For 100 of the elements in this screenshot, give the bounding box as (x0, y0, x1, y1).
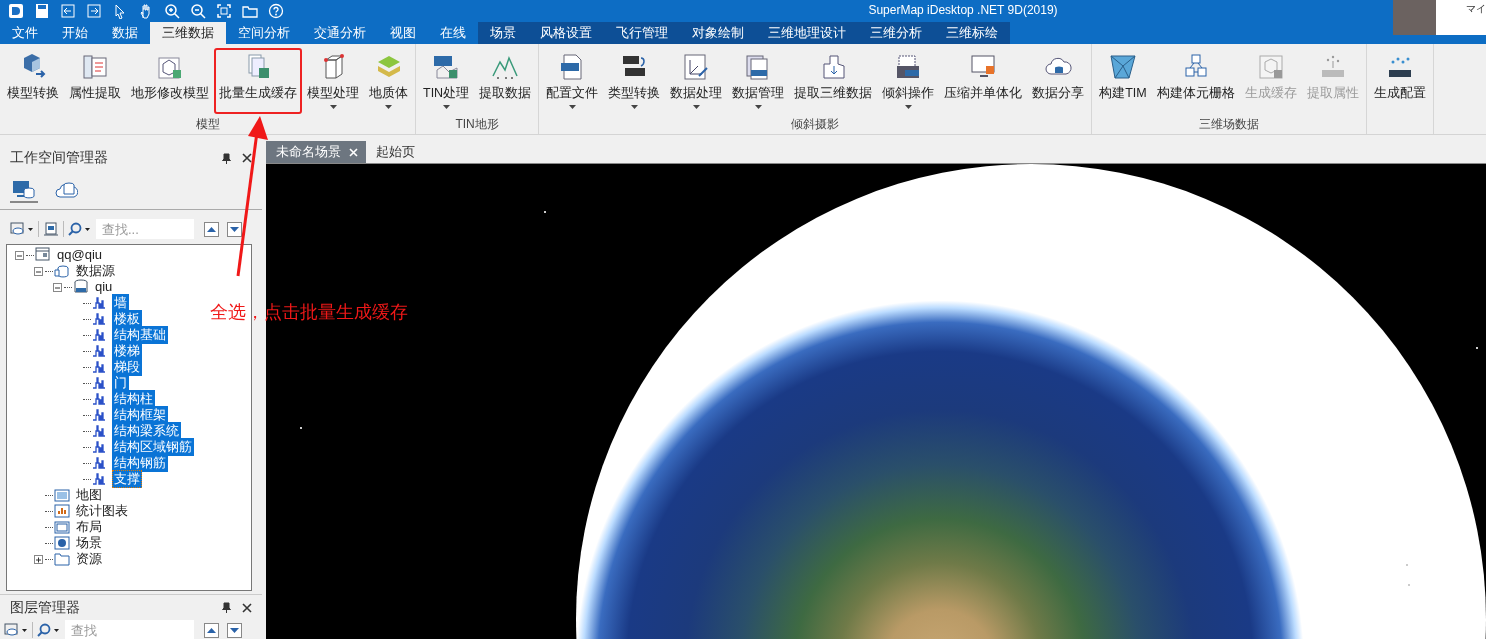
pin-icon[interactable] (221, 602, 232, 613)
ribbon-tab[interactable]: 飞行管理 (604, 22, 680, 44)
workspace-icon (35, 247, 51, 263)
user-label: マイ (1466, 3, 1486, 14)
ribbon-button[interactable]: 构建体元栅格 (1151, 48, 1240, 114)
dropdown-arrow-icon (329, 105, 337, 109)
ribbon-button[interactable]: 模型处理 (302, 48, 364, 114)
collapse-icon[interactable] (15, 250, 24, 260)
tree-item[interactable]: 场景 (74, 534, 104, 552)
close-icon[interactable] (242, 602, 252, 613)
tree-item[interactable]: 统计图表 (74, 502, 130, 520)
ribbon-button[interactable]: 数据管理 (727, 48, 790, 114)
ribbon-button[interactable]: 数据处理 (665, 48, 728, 114)
tree-item[interactable]: 结构钢筋 (112, 454, 168, 472)
window-title: SuperMap iDesktop .NET 9D(2019) (868, 3, 1058, 17)
pin-icon[interactable] (221, 152, 232, 164)
group-label: 模型 (195, 116, 220, 132)
ribbon-tab[interactable]: 三维标绘 (934, 22, 1010, 44)
collapse-icon[interactable] (34, 266, 43, 276)
group-label: 三维场数据 (1198, 116, 1259, 132)
back-icon[interactable] (60, 3, 76, 19)
ribbon-tab[interactable]: 场景 (478, 22, 528, 44)
tree-item[interactable]: 梯段 (112, 358, 142, 376)
ribbon-button[interactable]: TIN处理 (418, 48, 475, 114)
ribbon-button[interactable]: 地质体 (364, 48, 413, 114)
scroll-up-icon[interactable] (204, 221, 219, 237)
expand-icon[interactable] (34, 554, 43, 564)
tree-item[interactable]: 数据源 (74, 262, 117, 280)
dataset-model-icon (92, 343, 108, 359)
scroll-down-icon[interactable] (227, 622, 242, 638)
document-tab[interactable]: 起始页 (366, 141, 423, 163)
collapse-icon[interactable] (53, 282, 62, 292)
ribbon-tab[interactable]: 风格设置 (528, 22, 604, 44)
dropdown-arrow-icon (385, 105, 392, 109)
view-options-icon[interactable] (4, 623, 28, 637)
ribbon-button[interactable]: 数据分享 (1027, 48, 1090, 114)
scroll-up-icon[interactable] (204, 622, 219, 638)
dataset-model-icon (92, 359, 108, 375)
database-icon (73, 279, 89, 295)
ribbon-button[interactable]: 构建TIM (1094, 48, 1152, 114)
ribbon-tab[interactable]: 对象绘制 (680, 22, 756, 44)
database-group-icon (54, 263, 70, 279)
search-field[interactable]: 查找... (96, 219, 194, 239)
help-icon[interactable] (268, 3, 284, 19)
ribbon-button[interactable]: 倾斜操作 (877, 48, 940, 114)
app-logo-icon (8, 3, 24, 19)
forward-icon[interactable] (86, 3, 102, 19)
layout-icon (54, 519, 70, 535)
close-icon[interactable] (242, 153, 252, 163)
ribbon-button[interactable]: 配置文件 (541, 48, 604, 114)
cloud-database-tab-icon (54, 179, 78, 199)
dropdown-arrow-icon (754, 105, 762, 109)
photo-placeholder (1393, 0, 1436, 35)
folder-icon (54, 551, 70, 567)
ribbon-button[interactable]: 模型转换 (2, 48, 64, 114)
attribute-table-icon (80, 52, 110, 82)
tree-item[interactable]: qq@qiu (55, 246, 104, 264)
search-field[interactable]: 查找 (65, 620, 194, 639)
dataset-model-icon (92, 311, 108, 327)
ribbon-tab[interactable]: 三维数据 (150, 22, 226, 44)
dropdown-arrow-icon (630, 105, 638, 109)
tree-item[interactable]: 布局 (74, 518, 104, 536)
zoom-out-icon[interactable] (190, 3, 206, 19)
document-tab[interactable]: 未命名场景 (266, 141, 366, 163)
scroll-down-icon[interactable] (227, 221, 242, 237)
globe-icon (54, 535, 70, 551)
ribbon-button[interactable]: 类型转换 (603, 48, 666, 114)
dropdown-arrow-icon (904, 105, 912, 109)
ribbon-button[interactable]: 压缩并单体化 (939, 48, 1028, 114)
ribbon-tab[interactable]: 三维分析 (858, 22, 934, 44)
ribbon-button[interactable]: 地形修改模型 (126, 48, 214, 114)
tree-item[interactable]: 结构基础 (112, 326, 168, 344)
prism-icon (1107, 52, 1138, 82)
dataset-model-icon (92, 295, 108, 311)
tree-item[interactable]: 结构区域钢筋 (112, 438, 194, 456)
view-options-icon[interactable] (10, 222, 34, 236)
search-icon[interactable] (68, 222, 92, 236)
ribbon-button[interactable]: 生成配置 (1368, 48, 1431, 114)
group-label: 倾斜摄影 (791, 116, 840, 132)
group-label: TIN地形 (455, 116, 499, 132)
tree-item[interactable]: 支撑 (112, 470, 142, 488)
document-icon[interactable] (43, 222, 59, 236)
ribbon-tab[interactable]: 三维地理设计 (756, 22, 858, 44)
save-icon[interactable] (34, 3, 50, 19)
dataset-model-icon (92, 439, 108, 455)
tree-item[interactable]: 地图 (74, 486, 104, 504)
ribbon-button[interactable]: 提取三维数据 (789, 48, 878, 114)
tree-item[interactable]: 资源 (74, 550, 104, 568)
dropdown-arrow-icon (692, 105, 700, 109)
folder-icon[interactable] (242, 3, 258, 19)
search-icon[interactable] (37, 623, 61, 637)
ribbon-button[interactable]: 提取数据 (474, 48, 537, 114)
ribbon-button[interactable]: 属性提取 (64, 48, 126, 114)
tree-item[interactable]: qiu (93, 278, 115, 296)
ribbon-button[interactable]: 批量生成缓存 (214, 48, 302, 114)
dropdown-arrow-icon (442, 105, 450, 109)
dropdown-arrow-icon (568, 105, 576, 109)
panel-title: 工作空间管理器 (10, 149, 108, 167)
full-extent-icon[interactable] (216, 3, 232, 19)
zoom-in-icon[interactable] (164, 3, 180, 19)
